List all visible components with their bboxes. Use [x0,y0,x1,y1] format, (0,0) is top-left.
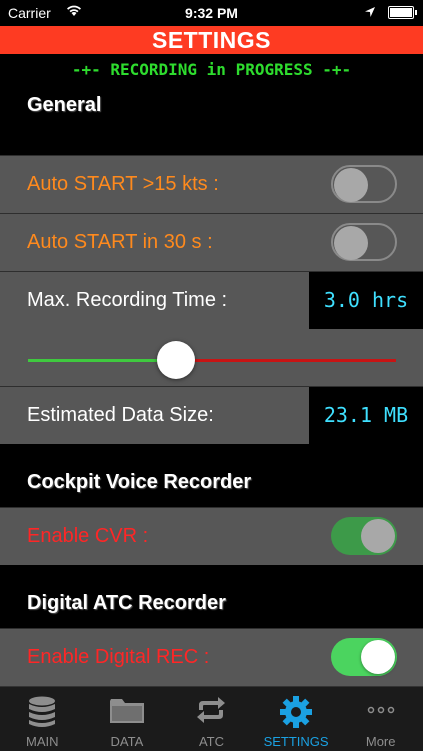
tab-main-label: MAIN [26,734,59,749]
tab-main[interactable]: MAIN [0,687,85,751]
enable-cvr-toggle[interactable] [331,517,397,555]
status-bar: Carrier 9:32 PM [0,0,423,26]
recording-status: -+- RECORDING in PROGRESS -+- [71,60,352,79]
clock: 9:32 PM [185,5,238,21]
auto-start-speed-label: Auto START >15 kts : [27,173,219,195]
enable-cvr-row: Enable CVR : [0,507,423,565]
slider-thumb[interactable] [156,341,195,379]
location-arrow-icon [364,5,376,21]
enable-cvr-label: Enable CVR : [27,525,149,547]
more-icon [364,695,398,728]
estimated-data-size-label: Estimated Data Size: [27,404,214,426]
repeat-icon [194,695,228,728]
folder-icon [109,695,145,728]
estimated-data-size-value: 23.1 MB [309,387,423,444]
auto-start-time-label: Auto START in 30 s : [27,231,213,253]
slider-track-max [175,359,396,362]
page-title: SETTINGS [0,26,423,54]
toggle-knob [361,519,395,553]
max-recording-time-label: Max. Recording Time : [27,289,228,311]
tab-atc[interactable]: ATC [169,687,254,751]
tab-data-label: DATA [110,734,144,749]
tab-settings-label: SETTINGS [263,734,329,749]
section-header-cvr: Cockpit Voice Recorder [27,471,252,493]
max-recording-time-value: 3.0 hrs [309,272,423,329]
slider-track-min [28,359,176,362]
auto-start-speed-row: Auto START >15 kts : [0,155,423,213]
section-header-general: General [27,94,102,116]
enable-digital-rec-label: Enable Digital REC : [27,646,210,668]
toggle-knob [361,640,395,674]
toggle-knob [334,168,368,202]
gear-icon [279,695,313,732]
database-icon [27,695,57,732]
max-recording-time-row: Max. Recording Time : 3.0 hrs [0,271,423,329]
tab-bar: MAIN DATA ATC SETTINGS More [0,686,423,751]
toggle-knob [334,226,368,260]
auto-start-time-row: Auto START in 30 s : [0,213,423,271]
tab-atc-label: ATC [198,734,224,749]
tab-more[interactable]: More [338,687,423,751]
max-recording-time-slider[interactable] [0,329,423,386]
estimated-data-size-row: Estimated Data Size: 23.1 MB [0,386,423,444]
battery-icon [388,6,417,19]
enable-digital-rec-toggle[interactable] [331,638,397,676]
section-header-atc: Digital ATC Recorder [27,592,226,614]
tab-settings[interactable]: SETTINGS [254,687,339,751]
auto-start-speed-toggle[interactable] [331,165,397,203]
enable-digital-rec-row: Enable Digital REC : [0,628,423,686]
auto-start-time-toggle[interactable] [331,223,397,261]
tab-more-label: More [365,734,396,749]
tab-data[interactable]: DATA [85,687,170,751]
